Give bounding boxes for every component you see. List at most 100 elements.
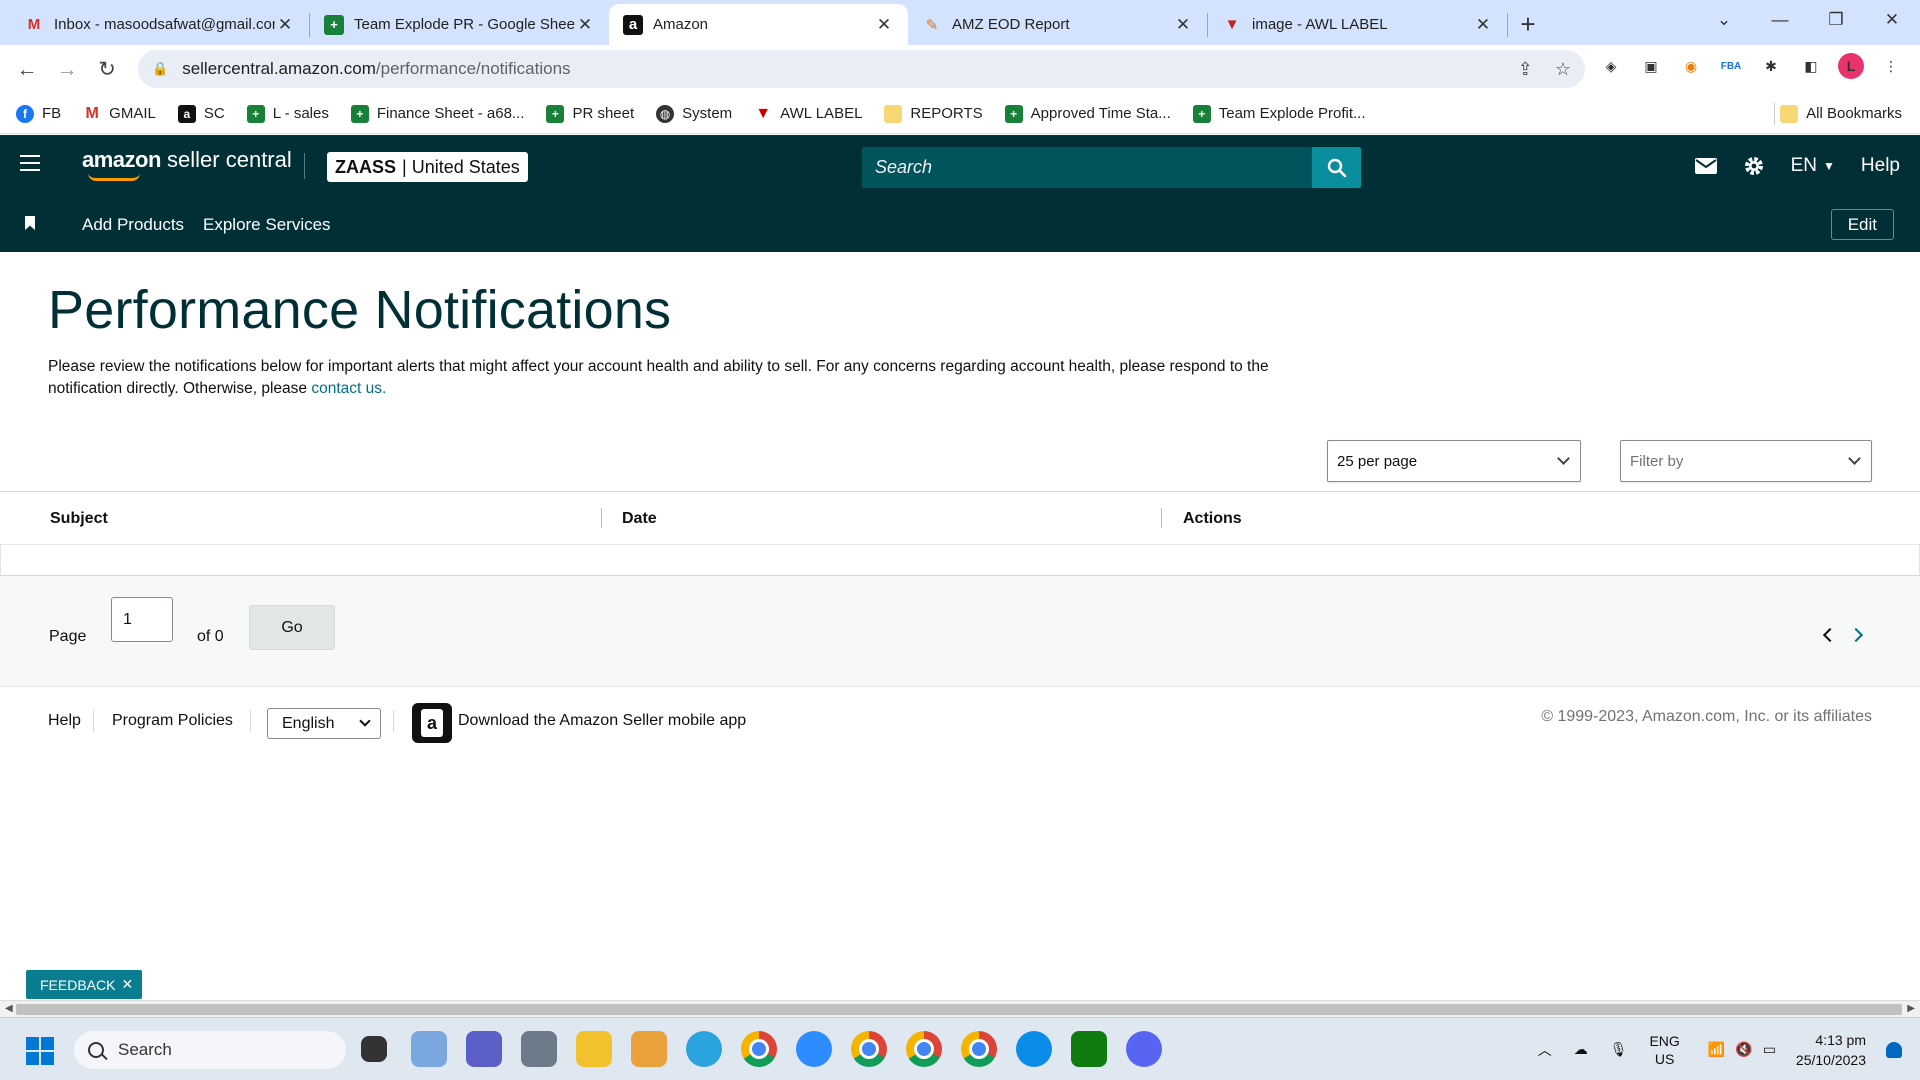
taskbar-search[interactable]: Search (74, 1031, 346, 1069)
lock-icon[interactable]: 🔒 (152, 61, 168, 77)
bookmark-approved-time[interactable]: + Approved Time Sta... (1004, 104, 1171, 123)
download-app-link[interactable]: Download the Amazon Seller mobile app (458, 712, 746, 730)
search-input[interactable] (862, 147, 1312, 188)
task-view-icon[interactable] (361, 1036, 387, 1062)
file-explorer-icon[interactable] (576, 1031, 612, 1067)
language-selector[interactable]: EN ▼ (1791, 155, 1835, 177)
close-icon[interactable]: ✕ (121, 976, 133, 993)
extension-fba-icon[interactable]: FBA (1718, 53, 1744, 79)
chrome-icon[interactable] (851, 1031, 887, 1067)
restore-icon[interactable]: ❐ (1808, 10, 1864, 30)
scroll-right-icon[interactable]: ▶ (1907, 1003, 1915, 1014)
back-icon[interactable]: ← (7, 58, 47, 82)
close-icon[interactable]: ✕ (874, 15, 894, 35)
tab-amazon[interactable]: a Amazon ✕ (609, 4, 908, 45)
hamburger-menu-icon[interactable] (20, 155, 40, 171)
battery-icon[interactable]: ▭ (1763, 1041, 1776, 1058)
chrome-icon[interactable] (906, 1031, 942, 1067)
mail-icon[interactable] (1694, 158, 1717, 174)
side-panel-icon[interactable]: ◧ (1798, 53, 1824, 79)
close-icon[interactable]: ✕ (575, 15, 595, 35)
chrome-icon[interactable] (741, 1031, 777, 1067)
bookmark-awl-label[interactable]: ▼ AWL LABEL (754, 105, 862, 123)
discord-icon[interactable] (1126, 1031, 1162, 1067)
per-page-select[interactable]: 25 per page (1327, 440, 1581, 482)
telegram-icon[interactable] (686, 1031, 722, 1067)
chevron-left-icon[interactable] (1822, 627, 1838, 643)
footer-language-select[interactable]: English (267, 708, 381, 739)
amazon-seller-app-icon[interactable]: a (412, 703, 452, 743)
nav-add-products[interactable]: Add Products (82, 215, 184, 235)
bookmark-reports[interactable]: REPORTS (884, 104, 983, 123)
new-tab-button[interactable]: + (1508, 4, 1548, 45)
extension-camera-icon[interactable]: ▣ (1638, 53, 1664, 79)
nav-explore-services[interactable]: Explore Services (203, 215, 331, 235)
forward-icon[interactable]: → (47, 58, 87, 82)
reload-icon[interactable]: ↻ (87, 57, 127, 82)
bookmark-gmail[interactable]: M GMAIL (83, 105, 156, 123)
close-icon[interactable]: ✕ (1173, 15, 1193, 35)
edge-icon[interactable] (1016, 1031, 1052, 1067)
footer-program-policies-link[interactable]: Program Policies (112, 712, 233, 730)
puzzle-icon[interactable]: ✱ (1758, 53, 1784, 79)
extension-orange-icon[interactable]: ◉ (1678, 53, 1704, 79)
chrome-icon[interactable] (961, 1031, 997, 1067)
bookmark-pr-sheet[interactable]: + PR sheet (546, 104, 634, 123)
scroll-left-icon[interactable]: ◀ (5, 1003, 13, 1014)
tab-awl-label[interactable]: ▼ image - AWL LABEL ✕ (1208, 4, 1507, 45)
bookmark-icon[interactable] (25, 216, 35, 230)
clock[interactable]: 4:13 pm 25/10/2023 (1796, 1030, 1866, 1070)
go-button[interactable]: Go (249, 605, 335, 650)
weather-icon[interactable] (411, 1031, 447, 1067)
page-number-input[interactable] (111, 597, 173, 642)
tab-google-sheets[interactable]: + Team Explode PR - Google Sheets ✕ (310, 4, 609, 45)
star-icon[interactable]: ☆ (1555, 59, 1571, 80)
column-subject[interactable]: Subject (50, 510, 108, 528)
bookmark-fb[interactable]: f FB (16, 104, 61, 123)
horizontal-scrollbar[interactable]: ◀ ▶ (0, 1000, 1920, 1017)
contact-us-link[interactable]: contact us. (311, 380, 386, 397)
close-window-icon[interactable]: ✕ (1864, 10, 1920, 30)
feedback-button[interactable]: FEEDBACK ✕ (26, 970, 143, 999)
bookmark-system[interactable]: ◍ System (656, 104, 732, 123)
store-selector[interactable]: ZAASS | United States (327, 152, 528, 182)
onedrive-icon[interactable]: ☁ (1574, 1041, 1588, 1058)
wifi-icon[interactable]: 📶 (1708, 1041, 1725, 1058)
all-bookmarks[interactable]: All Bookmarks (1780, 104, 1902, 123)
xbox-icon[interactable] (1071, 1031, 1107, 1067)
tab-gmail[interactable]: M Inbox - masoodsafwat@gmail.com ✕ (10, 4, 309, 45)
volume-mute-icon[interactable]: 🔇 (1735, 1041, 1752, 1058)
gear-icon[interactable] (1743, 155, 1765, 177)
close-icon[interactable]: ✕ (275, 15, 295, 35)
bookmark-sc[interactable]: a SC (177, 104, 225, 123)
share-icon[interactable]: ⇪ (1518, 59, 1533, 80)
minimize-icon[interactable]: — (1752, 10, 1808, 30)
app-icon[interactable] (631, 1031, 667, 1067)
bookmark-finance-sheet[interactable]: + Finance Sheet - a68... (350, 104, 524, 123)
zoom-icon[interactable] (796, 1031, 832, 1067)
column-date[interactable]: Date (622, 510, 657, 528)
extension-helium-icon[interactable]: ◈ (1598, 53, 1624, 79)
notification-bell-icon[interactable] (1886, 1041, 1902, 1058)
bookmark-l-sales[interactable]: + L - sales (246, 104, 329, 123)
chevron-up-icon[interactable]: ︿ (1538, 1040, 1552, 1060)
bookmark-team-explode-profit[interactable]: + Team Explode Profit... (1192, 104, 1365, 123)
scrollbar-thumb[interactable] (16, 1004, 1902, 1015)
search-button[interactable] (1312, 147, 1361, 188)
tab-search-icon[interactable]: ⌄ (1696, 10, 1752, 30)
calculator-icon[interactable] (521, 1031, 557, 1067)
teams-chat-icon[interactable] (466, 1031, 502, 1067)
footer-help-link[interactable]: Help (48, 712, 81, 730)
input-language[interactable]: ENG US (1649, 1032, 1679, 1068)
kebab-menu-icon[interactable]: ⋮ (1878, 53, 1904, 79)
help-link[interactable]: Help (1861, 155, 1900, 177)
edit-button[interactable]: Edit (1830, 209, 1894, 240)
address-bar[interactable]: 🔒 sellercentral.amazon.com /performance/… (138, 50, 1585, 88)
chevron-right-icon[interactable] (1848, 627, 1864, 643)
amazon-seller-central-logo[interactable]: amazon seller central (82, 149, 292, 181)
windows-start-icon[interactable] (26, 1037, 54, 1065)
filter-by-select[interactable]: Filter by (1620, 440, 1872, 482)
tab-amz-eod-report[interactable]: ✎ AMZ EOD Report ✕ (908, 4, 1207, 45)
close-icon[interactable]: ✕ (1473, 15, 1493, 35)
microphone-icon[interactable]: 🎙 (1610, 1041, 1628, 1058)
